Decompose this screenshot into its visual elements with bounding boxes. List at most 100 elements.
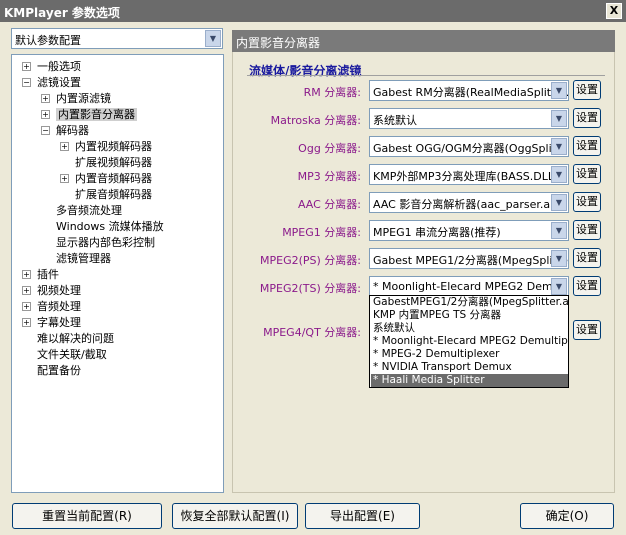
expand-icon[interactable]: + (22, 318, 31, 327)
splitter-settings-button[interactable]: 设置 (573, 220, 601, 240)
dropdown-option[interactable]: KMP 内置MPEG TS 分离器 (371, 309, 568, 322)
splitter-select[interactable]: * Moonlight-Elecard MPEG2 Demultipl ▼ (369, 276, 569, 297)
splitter-select[interactable]: AAC 影音分离解析器(aac_parser.a: ▼ (369, 192, 569, 213)
close-button[interactable]: X (606, 3, 622, 19)
tree-item[interactable]: 滤镜管理器 (56, 251, 111, 266)
expand-icon[interactable]: + (60, 174, 69, 183)
chevron-down-icon[interactable]: ▼ (551, 278, 567, 295)
close-icon: X (609, 4, 619, 17)
splitter-select-value: Gabest RM分离器(RealMediaSplitter. (373, 86, 569, 99)
splitter-select-value: 系统默认 (373, 114, 417, 127)
chevron-down-icon[interactable]: ▼ (551, 250, 567, 267)
splitter-settings-button[interactable]: 设置 (573, 164, 601, 184)
splitter-select[interactable]: KMP外部MP3分离处理库(BASS.DLL) ▼ (369, 164, 569, 185)
splitter-label: MP3 分离器: (297, 170, 361, 183)
tree-item[interactable]: + 视频处理 (22, 283, 81, 298)
tree-item[interactable]: + 插件 (22, 267, 59, 282)
expand-icon[interactable]: + (22, 302, 31, 311)
dropdown-option[interactable]: * NVIDIA Transport Demux (371, 361, 568, 374)
group-title: 流媒体/影音分离滤镜 (249, 64, 362, 78)
tree-item[interactable]: + 字幕处理 (22, 315, 81, 330)
splitter-select[interactable]: MPEG1 串流分离器(推荐) ▼ (369, 220, 569, 241)
splitter-select-value: * Moonlight-Elecard MPEG2 Demultipl (373, 280, 569, 293)
chevron-down-icon[interactable]: ▼ (551, 166, 567, 183)
title-bar: KMPlayer 参数选项 X (0, 0, 626, 22)
splitter-select[interactable]: Gabest OGG/OGM分离器(OggSplitter ▼ (369, 136, 569, 157)
dropdown-option[interactable]: * Haali Media Splitter (371, 374, 568, 387)
tree-item-label: 滤镜管理器 (56, 252, 111, 265)
splitter-select[interactable]: 系统默认 ▼ (369, 108, 569, 129)
tree-item[interactable]: + 内置影音分离器 (41, 107, 137, 122)
panel-title: 内置影音分离器 (236, 36, 321, 50)
splitter-select-value: Gabest MPEG1/2分离器(MpegSplitter (373, 254, 569, 267)
splitter-dropdown-list[interactable]: GabestMPEG1/2分离器(MpegSplitter.ax) KMP 内置M… (369, 295, 569, 388)
chevron-down-icon[interactable]: ▼ (205, 30, 221, 47)
tree-item[interactable]: + 内置视频解码器 (60, 139, 152, 154)
tree-item-label: 难以解决的问题 (37, 332, 114, 345)
tree-item[interactable]: − 解码器 (41, 123, 89, 138)
tree-item-label: 插件 (37, 268, 59, 281)
expand-icon[interactable]: + (60, 142, 69, 151)
tree-item[interactable]: + 内置音频解码器 (60, 171, 152, 186)
dropdown-option[interactable]: 系统默认 (371, 322, 568, 335)
tree-item[interactable]: 配置备份 (37, 363, 81, 378)
tree-item-label: 多音频流处理 (56, 204, 122, 217)
collapse-icon[interactable]: − (41, 126, 50, 135)
dropdown-option[interactable]: * Moonlight-Elecard MPEG2 Demultiplexer (371, 335, 568, 348)
chevron-down-icon[interactable]: ▼ (551, 194, 567, 211)
expand-icon[interactable]: + (22, 62, 31, 71)
tree-item-label: 字幕处理 (37, 316, 81, 329)
tree-item-label: 显示器内部色彩控制 (56, 236, 155, 249)
tree-item[interactable]: Windows 流媒体播放 (56, 219, 164, 234)
dropdown-option[interactable]: GabestMPEG1/2分离器(MpegSplitter.ax) (371, 296, 568, 309)
settings-tree[interactable]: + 一般选项 − 滤镜设置 + 内置源滤镜 + 内置影音分离器 − 解码器 + 内置视频解码器 扩展视频… (11, 54, 224, 493)
splitter-settings-button[interactable]: 设置 (573, 192, 601, 212)
tree-item-label: 一般选项 (37, 60, 81, 73)
expand-icon[interactable]: + (41, 110, 50, 119)
restore-default-button[interactable]: 恢复全部默认配置(I) (172, 503, 298, 529)
tree-item[interactable]: + 音频处理 (22, 299, 81, 314)
splitter-select-value: MPEG1 串流分离器(推荐) (373, 226, 501, 239)
dropdown-option[interactable]: * MPEG-2 Demultiplexer (371, 348, 568, 361)
splitter-select[interactable]: Gabest RM分离器(RealMediaSplitter. ▼ (369, 80, 569, 101)
export-button[interactable]: 导出配置(E) (305, 503, 420, 529)
splitter-settings-button[interactable]: 设置 (573, 80, 601, 100)
splitter-label: RM 分离器: (303, 86, 361, 99)
tree-item[interactable]: 文件关联/截取 (37, 347, 107, 362)
tree-item-label: 解码器 (56, 124, 89, 137)
collapse-icon[interactable]: − (22, 78, 31, 87)
expand-icon[interactable]: + (41, 94, 50, 103)
splitter-label: AAC 分离器: (297, 198, 361, 211)
splitter-label: Matroska 分离器: (270, 114, 361, 127)
tree-item[interactable]: − 滤镜设置 (22, 75, 81, 90)
chevron-down-icon[interactable]: ▼ (551, 82, 567, 99)
tree-item[interactable]: 显示器内部色彩控制 (56, 235, 155, 250)
splitter-settings-button[interactable]: 设置 (573, 276, 601, 296)
tree-item[interactable]: 难以解决的问题 (37, 331, 114, 346)
tree-item-label: Windows 流媒体播放 (56, 220, 164, 233)
chevron-down-icon[interactable]: ▼ (551, 138, 567, 155)
splitter-select-value: AAC 影音分离解析器(aac_parser.a: (373, 198, 554, 211)
preset-select[interactable]: 默认参数配置 ▼ (11, 28, 223, 49)
splitter-select-value: KMP外部MP3分离处理库(BASS.DLL) (373, 170, 559, 183)
tree-item[interactable]: 多音频流处理 (56, 203, 122, 218)
expand-icon[interactable]: + (22, 270, 31, 279)
splitter-select[interactable]: Gabest MPEG1/2分离器(MpegSplitter ▼ (369, 248, 569, 269)
tree-item[interactable]: + 内置源滤镜 (41, 91, 111, 106)
reset-current-button[interactable]: 重置当前配置(R) (12, 503, 162, 529)
splitter-settings-button[interactable]: 设置 (573, 136, 601, 156)
chevron-down-icon[interactable]: ▼ (551, 110, 567, 127)
splitter-label: MPEG2(PS) 分离器: (260, 254, 361, 267)
tree-item-label: 音频处理 (37, 300, 81, 313)
ok-button[interactable]: 确定(O) (520, 503, 614, 529)
tree-item-label: 配置备份 (37, 364, 81, 377)
splitter-settings-button[interactable]: 设置 (573, 108, 601, 128)
chevron-down-icon[interactable]: ▼ (551, 222, 567, 239)
expand-icon[interactable]: + (22, 286, 31, 295)
tree-item[interactable]: 扩展视频解码器 (75, 155, 152, 170)
splitter-settings-button[interactable]: 设置 (573, 248, 601, 268)
tree-item[interactable]: + 一般选项 (22, 59, 81, 74)
splitter-settings-button[interactable]: 设置 (573, 320, 601, 340)
splitter-label: MPEG2(TS) 分离器: (259, 282, 361, 295)
tree-item[interactable]: 扩展音频解码器 (75, 187, 152, 202)
